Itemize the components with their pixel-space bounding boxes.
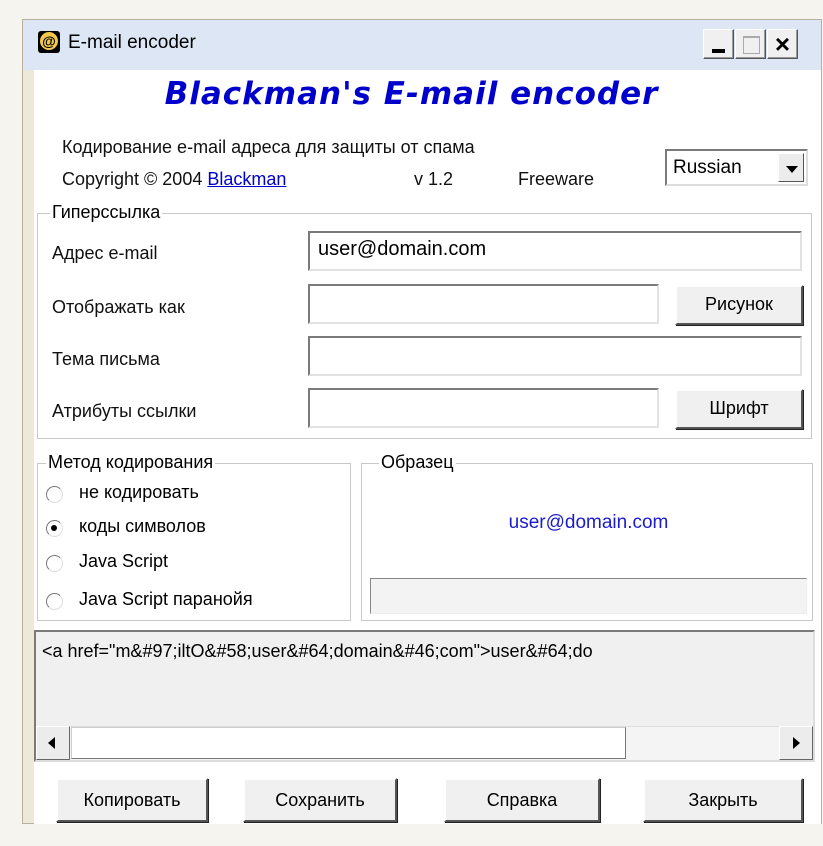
license-text: Freeware	[518, 169, 595, 189]
close-icon: ×	[774, 29, 791, 59]
hyperlink-legend: Гиперссылка	[50, 202, 163, 222]
radio-button[interactable]	[46, 593, 63, 610]
scroll-left-arrow-icon[interactable]	[36, 726, 70, 760]
window-title: E-mail encoder	[68, 32, 196, 53]
scroll-right-arrow-icon[interactable]	[779, 726, 813, 760]
display-as-field[interactable]	[308, 284, 659, 324]
close-window-button[interactable]: ×	[767, 29, 798, 59]
maximize-icon	[743, 36, 760, 54]
encoding-method-legend: Метод кодирования	[46, 452, 216, 472]
radio-label: не кодировать	[79, 482, 199, 502]
maximize-button[interactable]	[735, 29, 766, 59]
app-name-banner: Blackman's E-mail encoder	[164, 76, 659, 112]
radio-button-selected[interactable]	[46, 520, 63, 537]
radio-button[interactable]	[46, 486, 63, 503]
copy-button[interactable]: Копировать	[56, 778, 208, 822]
sample-legend: Образец	[379, 452, 456, 472]
display-as-label: Отображать как	[52, 297, 185, 317]
chevron-down-icon[interactable]	[778, 153, 804, 182]
sample-link[interactable]: user@domain.com	[370, 512, 807, 534]
radio-label: коды символов	[79, 516, 206, 536]
minimize-button[interactable]	[703, 29, 734, 59]
language-select[interactable]: Russian	[665, 149, 808, 186]
help-button[interactable]: Справка	[444, 778, 600, 822]
at-sign-icon: @	[38, 31, 60, 53]
radio-label: Java Script	[79, 551, 169, 571]
copyright-label: Copyright © 2004	[62, 169, 203, 189]
link-attributes-field[interactable]	[308, 388, 659, 428]
code-output-text[interactable]: <a href="m&#97;iltO&#58;user&#64;domain&…	[42, 641, 808, 662]
language-value: Russian	[673, 157, 742, 178]
version-text: v 1.2	[414, 169, 454, 189]
email-label: Адрес e-mail	[52, 243, 158, 263]
author-link[interactable]: Blackman	[207, 169, 286, 189]
copyright-text: Copyright © 2004 Blackman	[62, 168, 286, 190]
font-button[interactable]: Шрифт	[675, 389, 803, 429]
email-field[interactable]: user@domain.com	[308, 231, 802, 271]
close-button[interactable]: Закрыть	[643, 778, 803, 822]
subject-label: Тема письма	[52, 349, 160, 369]
description-text: Кодирование e-mail адреса для защиты от …	[62, 137, 475, 157]
image-button[interactable]: Рисунок	[675, 285, 803, 325]
minimize-icon	[712, 49, 725, 53]
radio-label: Java Script паранойя	[79, 589, 253, 609]
radio-button[interactable]	[46, 555, 63, 572]
sample-status-bar	[370, 578, 807, 614]
scrollbar-thumb[interactable]	[71, 727, 626, 759]
save-button[interactable]: Сохранить	[243, 778, 397, 822]
subject-field[interactable]	[308, 336, 802, 376]
link-attributes-label: Атрибуты ссылки	[52, 401, 197, 421]
